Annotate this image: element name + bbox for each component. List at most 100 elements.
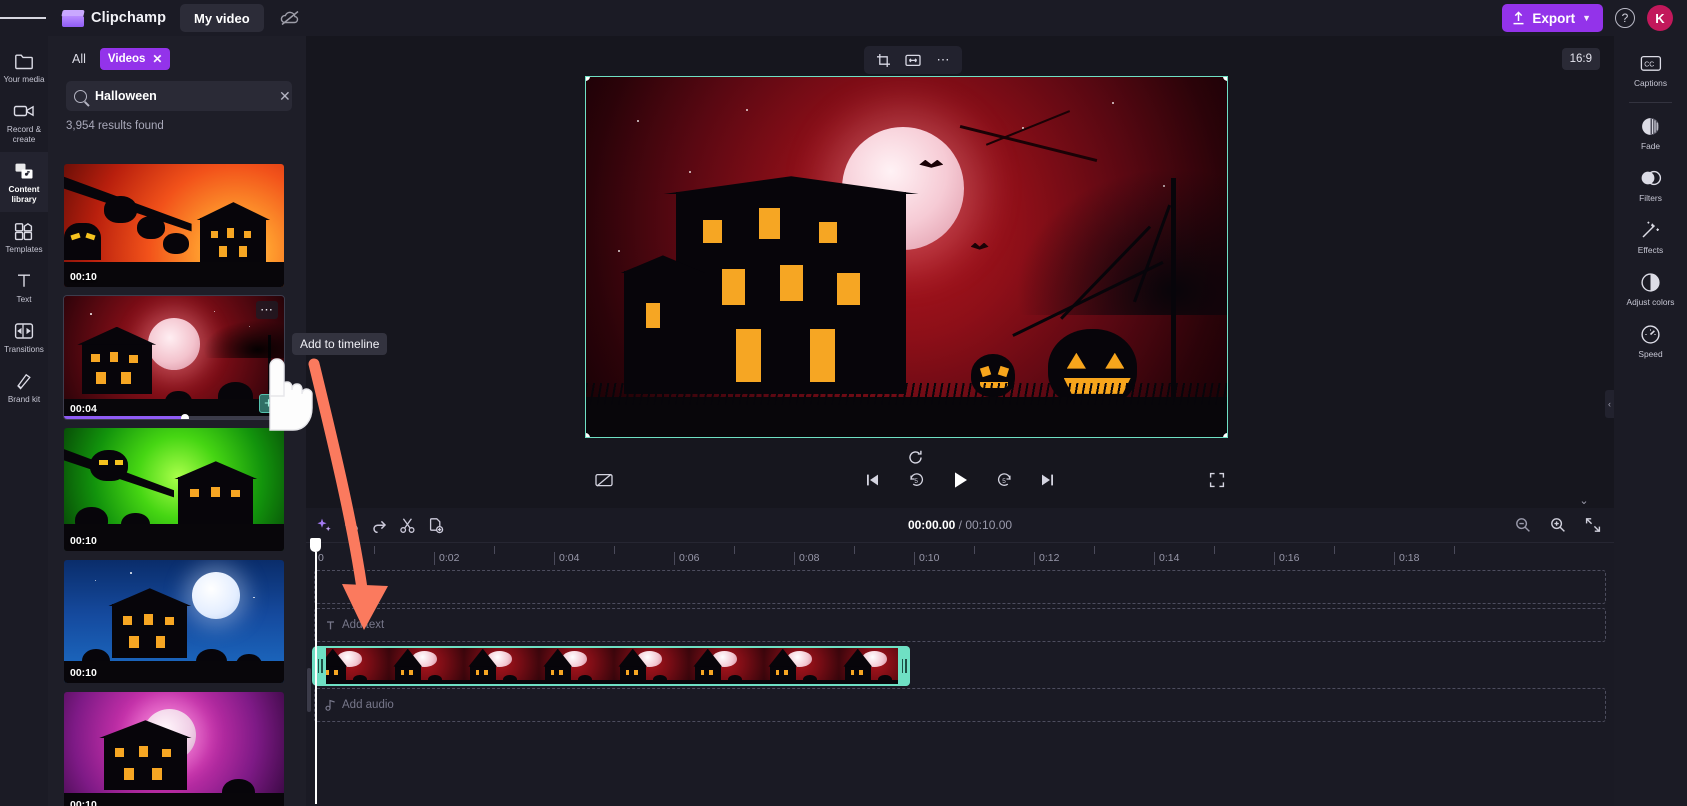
timeline-vertical-scrollbar[interactable]: [307, 668, 311, 712]
split-scissors-icon[interactable]: [394, 513, 421, 537]
add-text-label[interactable]: Add text: [325, 619, 384, 631]
right-item-fade[interactable]: Fade: [1614, 107, 1687, 159]
list-item[interactable]: ⋯ 00:04 +: [63, 295, 285, 420]
text-t-icon: [13, 271, 35, 291]
timeline: 00:00.00 / 00:10.00 0 0:02 0:04 0:06 0:0…: [306, 508, 1614, 806]
list-item[interactable]: 00:10: [64, 560, 284, 683]
hamburger-menu-icon[interactable]: [0, 0, 46, 36]
right-item-adjust-colors[interactable]: Adjust colors: [1614, 263, 1687, 315]
duplicate-icon[interactable]: [422, 513, 449, 537]
filter-chip-videos-label: Videos: [107, 53, 146, 65]
aspect-ratio-badge[interactable]: 16:9: [1561, 48, 1600, 70]
play-icon[interactable]: [943, 467, 977, 493]
right-item-effects[interactable]: Effects: [1614, 211, 1687, 263]
rewind-5s-icon[interactable]: 5: [899, 467, 933, 493]
export-label: Export: [1532, 10, 1576, 26]
audio-track[interactable]: Add audio: [314, 688, 1606, 722]
overlay-track[interactable]: [314, 570, 1606, 604]
timeline-clip[interactable]: [312, 646, 910, 686]
svg-text:5: 5: [1002, 478, 1006, 485]
fit-timeline-icon[interactable]: [1579, 513, 1606, 537]
floating-toolbar: ⋯: [864, 46, 962, 74]
more-options-icon[interactable]: ⋯: [930, 49, 956, 71]
search-box[interactable]: ✕: [66, 81, 292, 111]
magic-sparkle-icon[interactable]: [310, 513, 337, 537]
search-input[interactable]: [95, 89, 269, 103]
close-x-icon[interactable]: ✕: [277, 88, 293, 105]
right-item-captions[interactable]: CC Captions: [1614, 44, 1687, 96]
top-bar: Clipchamp My video Export ▼ ? K: [0, 0, 1687, 36]
right-item-speed[interactable]: Speed: [1614, 315, 1687, 367]
fullscreen-icon[interactable]: [1200, 467, 1234, 493]
forward-5s-icon[interactable]: 5: [987, 467, 1021, 493]
question-mark-icon[interactable]: ?: [1615, 8, 1635, 28]
clipchamp-editor: Clipchamp My video Export ▼ ? K Your med…: [0, 0, 1687, 806]
export-button[interactable]: Export ▼: [1502, 4, 1603, 32]
sidebar-item-your-media[interactable]: Your media: [0, 42, 48, 92]
list-item[interactable]: 00:10: [64, 428, 284, 551]
timeline-right-tools: [1509, 513, 1606, 537]
crop-icon[interactable]: [870, 49, 896, 71]
sidebar-item-record-create[interactable]: Record & create: [0, 92, 48, 152]
time-separator: /: [955, 518, 966, 532]
redo-icon[interactable]: [366, 513, 393, 537]
skip-to-end-icon[interactable]: [1031, 467, 1065, 493]
top-bar-right: Export ▼ ? K: [1502, 4, 1687, 32]
right-item-filters[interactable]: Filters: [1614, 159, 1687, 211]
search-icon: [74, 89, 87, 103]
playhead[interactable]: [310, 538, 321, 804]
current-time: 00:00.00: [907, 518, 956, 532]
duration-badge: 00:10: [70, 271, 97, 283]
add-audio-label[interactable]: Add audio: [325, 699, 394, 711]
playhead-handle[interactable]: [310, 538, 321, 552]
cloud-off-icon[interactable]: [278, 6, 302, 30]
folder-icon: [13, 51, 35, 71]
collapse-panel-chevron-left-icon[interactable]: ‹: [1605, 390, 1614, 418]
expand-chevron-down-icon[interactable]: ⌄: [1573, 492, 1595, 508]
fit-to-frame-icon[interactable]: [900, 49, 926, 71]
timeline-ruler[interactable]: 0 0:02 0:04 0:06 0:08 0:10 0:12 0:14 0:1…: [306, 542, 1614, 568]
svg-text:5: 5: [914, 478, 918, 485]
sidebar-item-transitions[interactable]: Transitions: [0, 312, 48, 362]
thumbnail-art: [64, 692, 284, 806]
thumbnail-art: [64, 428, 284, 551]
list-item[interactable]: 00:10: [64, 164, 284, 287]
playhead-stem: [315, 552, 317, 804]
sidebar-item-label: Transitions: [4, 345, 44, 354]
zoom-out-icon[interactable]: [1509, 513, 1536, 537]
sidebar-item-label: Content library: [8, 185, 40, 204]
filter-chip-videos[interactable]: Videos ✕: [99, 48, 171, 70]
text-track[interactable]: Add text: [314, 608, 1606, 642]
ruler-label: 0:10: [914, 552, 939, 565]
text-t-icon: [327, 620, 334, 629]
sidebar-item-brand-kit[interactable]: Brand kit: [0, 362, 48, 412]
more-options-icon[interactable]: ⋯: [256, 301, 278, 319]
skip-to-start-icon[interactable]: [855, 467, 889, 493]
playback-progress[interactable]: [64, 413, 284, 419]
sidebar-item-label: Record & create: [6, 125, 42, 144]
zoom-in-icon[interactable]: [1544, 513, 1571, 537]
sidebar-item-templates[interactable]: Templates: [0, 212, 48, 262]
cursor-hand-pointer-icon: [269, 358, 313, 431]
undo-icon[interactable]: [338, 513, 365, 537]
chevron-down-icon: ▼: [1582, 13, 1591, 23]
avatar[interactable]: K: [1647, 5, 1673, 31]
track-placeholder: Add text: [342, 619, 385, 631]
captions-off-icon[interactable]: [587, 467, 621, 493]
total-time: 00:10.00: [965, 518, 1013, 532]
filters-icon: [1639, 167, 1663, 189]
filter-chip-all[interactable]: All: [66, 48, 92, 70]
resize-handle-br[interactable]: [1223, 433, 1227, 437]
sidebar-item-text[interactable]: Text: [0, 262, 48, 312]
ruler-label: 0:08: [794, 552, 819, 565]
right-item-label: Adjust colors: [1626, 297, 1675, 307]
speed-gauge-icon: [1639, 323, 1663, 345]
upload-icon: [1513, 11, 1524, 25]
thumbnail-list[interactable]: 00:10 ⋯ 00:04 + 00:10 00:10 00:10: [48, 164, 306, 806]
clip-trim-handle-right[interactable]: [898, 646, 910, 686]
list-item[interactable]: 00:10: [64, 692, 284, 806]
project-tab[interactable]: My video: [180, 4, 264, 32]
sidebar-item-content-library[interactable]: Content library: [0, 152, 48, 212]
close-x-icon[interactable]: ✕: [152, 52, 162, 66]
video-preview[interactable]: [585, 76, 1228, 438]
